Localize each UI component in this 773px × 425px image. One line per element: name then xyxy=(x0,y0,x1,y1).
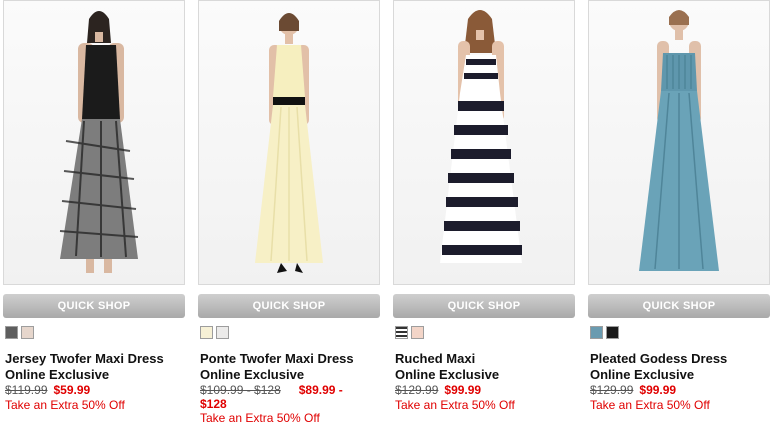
sale-price: $99.99 xyxy=(639,383,677,397)
quick-shop-button[interactable]: QUICK SHOP xyxy=(588,294,770,318)
color-swatch[interactable] xyxy=(21,326,34,339)
original-price: $119.99 xyxy=(5,383,48,397)
color-swatches xyxy=(590,326,622,340)
online-exclusive-label: Online Exclusive xyxy=(200,367,305,382)
quick-shop-button[interactable]: QUICK SHOP xyxy=(3,294,185,318)
color-swatches xyxy=(5,326,37,340)
color-swatches xyxy=(200,326,232,340)
product-image[interactable] xyxy=(3,0,185,285)
color-swatch[interactable] xyxy=(606,326,619,339)
price-line: $129.99 $99.99 xyxy=(395,383,577,397)
promo-text: Take an Extra 50% Off xyxy=(5,398,125,412)
quick-shop-button[interactable]: QUICK SHOP xyxy=(198,294,380,318)
color-swatches xyxy=(395,326,427,340)
online-exclusive-label: Online Exclusive xyxy=(590,367,695,382)
product-image[interactable] xyxy=(198,0,380,285)
quick-shop-button[interactable]: QUICK SHOP xyxy=(393,294,575,318)
color-swatch[interactable] xyxy=(411,326,424,339)
color-swatch[interactable] xyxy=(5,326,18,339)
promo-text: Take an Extra 50% Off xyxy=(590,398,710,412)
color-swatch[interactable] xyxy=(200,326,213,339)
color-swatch[interactable] xyxy=(216,326,229,339)
product-name[interactable]: Ponte Twofer Maxi Dress xyxy=(200,351,354,367)
promo-text: Take an Extra 50% Off xyxy=(395,398,515,412)
product-image[interactable] xyxy=(393,0,575,285)
product-name[interactable]: Pleated Godess Dress xyxy=(590,351,727,367)
product-name[interactable]: Jersey Twofer Maxi Dress xyxy=(5,351,164,367)
original-price: $129.99 xyxy=(590,383,634,397)
sale-price: $99.99 xyxy=(444,383,482,397)
price-line: $109.99 - $128 $89.99 - xyxy=(200,383,382,397)
price-line: $119.99 $59.99 xyxy=(5,383,187,397)
original-price: $109.99 - $128 xyxy=(200,383,281,397)
sale-price: $89.99 - xyxy=(298,383,343,397)
promo-text: Take an Extra 50% Off xyxy=(200,411,320,425)
original-price: $129.99 xyxy=(395,383,439,397)
price-line: $129.99 $99.99 xyxy=(590,383,772,397)
product-image[interactable] xyxy=(588,0,770,285)
sale-price: $59.99 xyxy=(53,383,91,397)
color-swatch[interactable] xyxy=(590,326,603,339)
sale-price-continued: $128 xyxy=(200,397,227,411)
color-swatch[interactable] xyxy=(395,326,408,339)
product-name[interactable]: Ruched Maxi xyxy=(395,351,475,367)
online-exclusive-label: Online Exclusive xyxy=(5,367,110,382)
online-exclusive-label: Online Exclusive xyxy=(395,367,500,382)
